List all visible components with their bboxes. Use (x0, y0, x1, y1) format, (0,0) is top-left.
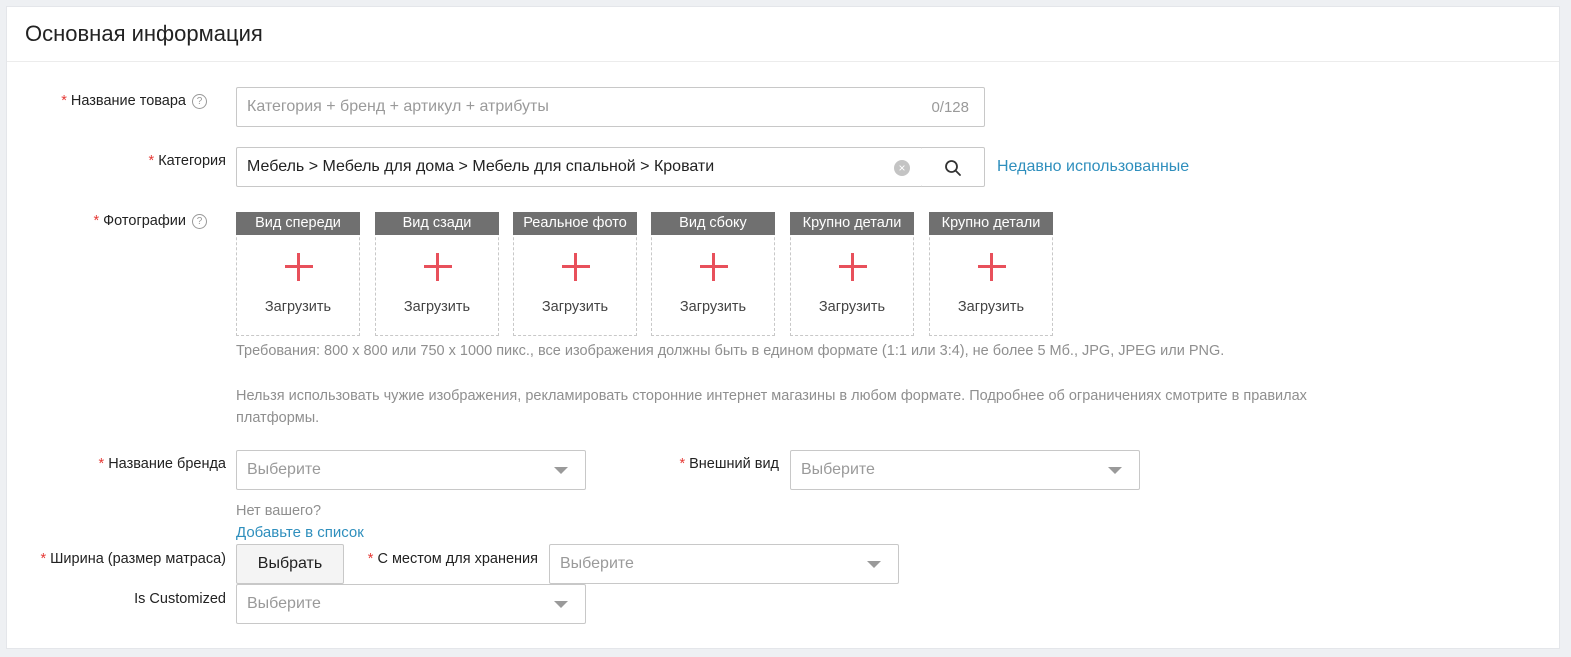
product-name-placeholder: Категория + бренд + артикул + атрибуты (247, 98, 549, 115)
photo-slot-side[interactable]: Вид сбоку Загрузить (651, 212, 775, 336)
brand-missing-text: Нет вашего? (236, 503, 322, 519)
customized-placeholder: Выберите (247, 595, 321, 612)
photo-restrictions: Нельзя использовать чужие изображения, р… (236, 388, 1307, 426)
required-asterisk: * (61, 93, 67, 109)
chevron-down-icon (554, 601, 568, 608)
upload-label: Загрузить (818, 299, 886, 315)
customized-label: Is Customized (134, 591, 226, 607)
category-value: Мебель > Мебель для дома > Мебель для сп… (247, 158, 715, 175)
basic-info-card: Основная информация * Название товара? Ка… (6, 6, 1560, 649)
clear-icon[interactable]: × (894, 160, 910, 176)
photo-slot-real[interactable]: Реальное фото Загрузить (513, 212, 637, 336)
required-asterisk: * (367, 551, 374, 567)
upload-label: Загрузить (264, 299, 332, 315)
chevron-down-icon (1108, 467, 1122, 474)
plus-icon (285, 253, 313, 281)
photo-slot-title: Вид спереди (236, 212, 360, 235)
plus-icon (839, 253, 867, 281)
photo-slot-detail-2[interactable]: Крупно детали Загрузить (929, 212, 1053, 336)
photo-slot-detail-1[interactable]: Крупно детали Загрузить (790, 212, 914, 336)
plus-icon (700, 253, 728, 281)
required-asterisk: * (93, 213, 100, 229)
photos-label: * Фотографии? (0, 213, 207, 229)
storage-placeholder: Выберите (560, 555, 634, 572)
plus-icon (424, 253, 452, 281)
brand-placeholder: Выберите (247, 461, 321, 478)
upload-label: Загрузить (679, 299, 747, 315)
photo-slot-title: Крупно детали (929, 212, 1053, 235)
photo-requirements: Требования: 800 x 800 или 750 x 1000 пик… (236, 343, 1225, 359)
photo-slot-front[interactable]: Вид спереди Загрузить (236, 212, 360, 336)
required-asterisk: * (679, 456, 686, 472)
section-title: Основная информация (25, 21, 263, 46)
char-counter: 0/128 (931, 99, 969, 116)
photo-slot-title: Крупно детали (790, 212, 914, 235)
product-name-input[interactable]: Категория + бренд + артикул + атрибуты 0… (236, 87, 985, 127)
photo-slot-title: Вид сбоку (651, 212, 775, 235)
customized-select[interactable]: Выберите (236, 584, 586, 624)
width-label: * Ширина (размер матраса) (40, 551, 226, 567)
photo-slot-back[interactable]: Вид сзади Загрузить (375, 212, 499, 336)
plus-icon (562, 253, 590, 281)
search-icon (945, 160, 961, 176)
appearance-select[interactable]: Выберите (790, 450, 1140, 490)
photo-slot-title: Реальное фото (513, 212, 637, 235)
required-asterisk: * (98, 456, 105, 472)
upload-label: Загрузить (541, 299, 609, 315)
question-circle-icon[interactable]: ? (192, 214, 207, 229)
storage-select[interactable]: Выберите (549, 544, 899, 584)
appearance-label: * Внешний вид (679, 456, 779, 472)
chevron-down-icon (867, 561, 881, 568)
product-name-label: * Название товара? (0, 93, 207, 109)
appearance-placeholder: Выберите (801, 461, 875, 478)
question-circle-icon[interactable]: ? (192, 94, 207, 109)
category-search-button[interactable] (922, 147, 985, 187)
photo-slot-title: Вид сзади (375, 212, 499, 235)
add-brand-link[interactable]: Добавьте в список (236, 524, 364, 541)
storage-label: * С местом для хранения (367, 551, 538, 567)
upload-label: Загрузить (957, 299, 1025, 315)
required-asterisk: * (40, 551, 47, 567)
recent-categories-link[interactable]: Недавно использованные (997, 158, 1189, 176)
required-asterisk: * (148, 153, 155, 169)
brand-label: * Название бренда (98, 456, 226, 472)
card-header: Основная информация (7, 7, 1559, 62)
upload-label: Загрузить (403, 299, 471, 315)
category-input[interactable]: Мебель > Мебель для дома > Мебель для сп… (236, 147, 923, 187)
plus-icon (978, 253, 1006, 281)
category-label: * Категория (148, 153, 226, 169)
